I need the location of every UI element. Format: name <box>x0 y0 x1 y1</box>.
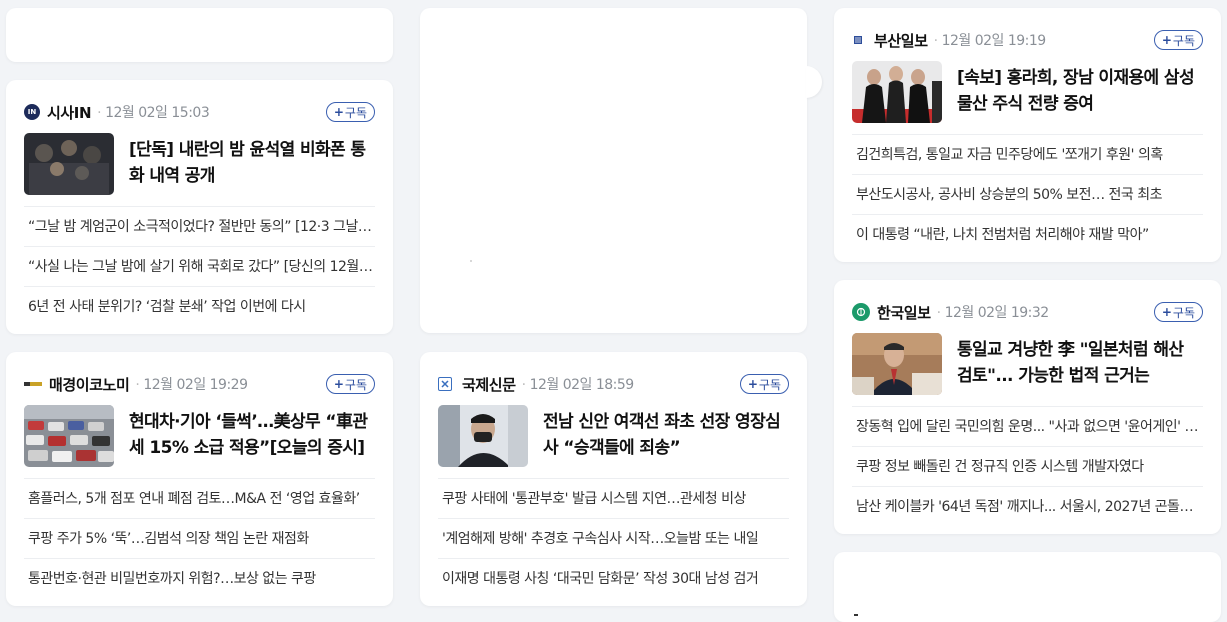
news-list-item[interactable]: 홈플러스, 5개 점포 연내 폐점 검토…M&A 전 ‘영업 효율화’ <box>24 478 375 518</box>
press-header: 국제신문 12월 02일 18:59 +구독 <box>438 372 789 396</box>
main-news[interactable]: [단독] 내란의 밤 윤석열 비화폰 통화 내역 공개 <box>24 133 375 195</box>
main-headline[interactable]: 현대차·기아 ‘들썩’…美상무 “車관세 15% 소급 적용”[오늘의 증시] <box>129 409 375 461</box>
news-list-item[interactable]: “사실 나는 그날 밤에 살기 위해 국회로 갔다” [당신의 12월 3일] <box>24 246 375 286</box>
press-header: IN 시사IN 12월 02일 15:03 +구독 <box>24 100 375 124</box>
press-card-kookje[interactable]: 국제신문 12월 02일 18:59 +구독 전남 신안 여객선 좌초 선장 영… <box>420 352 807 606</box>
blank-ad-card <box>420 8 807 333</box>
busan-ilbo-logo-icon <box>852 33 864 47</box>
mk-economy-logo-icon <box>24 376 42 392</box>
plus-icon: + <box>1161 305 1172 319</box>
subscribe-label: 구독 <box>344 377 367 392</box>
main-headline[interactable]: 통일교 겨냥한 李 "일본처럼 해산 검토"... 가능한 법적 근거는 <box>957 337 1203 389</box>
news-list: 김건희특검, 통일교 자금 민주당에도 '쪼개기 후원' 의혹 부산도시공사, … <box>852 134 1203 254</box>
press-date: 12월 02일 19:32 <box>937 302 1050 322</box>
main-headline[interactable]: [속보] 홍라희, 장남 이재용에 삼성물산 주식 전량 증여 <box>957 65 1203 117</box>
news-list-item[interactable]: 6년 전 사태 분위기? ‘검찰 분쇄’ 작업 이번에 다시 <box>24 286 375 326</box>
main-news[interactable]: 통일교 겨냥한 李 "일본처럼 해산 검토"... 가능한 법적 근거는 <box>852 333 1203 395</box>
news-thumbnail[interactable] <box>852 61 942 123</box>
subscribe-button[interactable]: + 구독 <box>1153 30 1203 50</box>
news-list-item[interactable]: 이재명 대통령 사칭 ‘대국민 담화문’ 작성 30대 남성 검거 <box>438 558 789 598</box>
news-list: “그날 밤 계엄군이 소극적이었다? 절반만 동의” [12·3 그날 밤] “… <box>24 206 375 326</box>
news-list-item[interactable]: 쿠팡 정보 빼돌린 건 정규직 인증 시스템 개발자였다 <box>852 446 1203 486</box>
press-header: 매경이코노미 12월 02일 19:29 +구독 <box>24 372 375 396</box>
press-name[interactable]: 국제신문 <box>462 374 516 395</box>
empty-card-bottom-right <box>834 552 1221 622</box>
news-list-item[interactable]: 김건희특검, 통일교 자금 민주당에도 '쪼개기 후원' 의혹 <box>852 134 1203 174</box>
news-list-item[interactable]: '계엄해제 방해' 추경호 구속심사 시작…오늘밤 또는 내일 <box>438 518 789 558</box>
main-news[interactable]: [속보] 홍라희, 장남 이재용에 삼성물산 주식 전량 증여 <box>852 61 1203 123</box>
plus-icon: + <box>333 377 344 391</box>
press-card-sisain[interactable]: IN 시사IN 12월 02일 15:03 +구독 [단독] 내란의 밤 윤석열… <box>6 80 393 334</box>
hankook-ilbo-logo-icon <box>852 303 870 321</box>
subscribe-label: 구독 <box>1172 33 1195 48</box>
empty-card-top-left <box>6 8 393 62</box>
press-card-busan-ilbo[interactable]: 부산일보 12월 02일 19:19 +구독 [속보] 홍라희, 장남 이재용에… <box>834 8 1221 262</box>
news-list-item[interactable]: 쿠팡 주가 5% ‘뚝’…김범석 의장 책임 논란 재점화 <box>24 518 375 558</box>
plus-icon: + <box>333 105 344 119</box>
news-list: 쿠팡 사태에 '통관부호' 발급 시스템 지연…관세청 비상 '계엄해제 방해'… <box>438 478 789 598</box>
news-list-item[interactable]: “그날 밤 계엄군이 소극적이었다? 절반만 동의” [12·3 그날 밤] <box>24 206 375 246</box>
press-card-mk-economy[interactable]: 매경이코노미 12월 02일 19:29 +구독 현대차·기아 <box>6 352 393 606</box>
news-list: 장동혁 입에 달린 국민의힘 운명... "사과 없으면 '윤어게인' 프레임"… <box>852 406 1203 526</box>
news-list: 홈플러스, 5개 점포 연내 폐점 검토…M&A 전 ‘영업 효율화’ 쿠팡 주… <box>24 478 375 598</box>
placeholder-mark <box>854 614 858 616</box>
main-news[interactable]: 현대차·기아 ‘들썩’…美상무 “車관세 15% 소급 적용”[오늘의 증시] <box>24 405 375 467</box>
news-list-item[interactable]: 쿠팡 사태에 '통관부호' 발급 시스템 지연…관세청 비상 <box>438 478 789 518</box>
placeholder-dot <box>470 260 472 262</box>
press-name[interactable]: 한국일보 <box>877 302 931 323</box>
news-list-item[interactable]: 통관번호·현관 비밀번호까지 위험?…보상 없는 쿠팡 <box>24 558 375 598</box>
news-thumbnail[interactable] <box>24 405 114 467</box>
kookje-logo-icon <box>438 377 452 391</box>
subscribe-label: 구독 <box>758 377 781 392</box>
subscribe-button[interactable]: + 구독 <box>325 374 375 394</box>
main-headline[interactable]: 전남 신안 여객선 좌초 선장 영장심사 “승객들에 죄송” <box>543 409 789 461</box>
press-date: 12월 02일 15:03 <box>97 102 210 122</box>
press-name[interactable]: 매경이코노미 <box>49 374 130 395</box>
news-list-item[interactable]: 장동혁 입에 달린 국민의힘 운명... "사과 없으면 '윤어게인' 프레임" <box>852 406 1203 446</box>
sisain-logo-icon: IN <box>24 104 40 120</box>
news-thumbnail[interactable] <box>852 333 942 395</box>
press-card-hankook-ilbo[interactable]: 한국일보 12월 02일 19:32 +구독 통일교 겨냥한 李 "일본처럼 해… <box>834 280 1221 534</box>
press-name[interactable]: 부산일보 <box>874 30 928 51</box>
subscribe-button[interactable]: + 구독 <box>325 102 375 122</box>
press-header: 부산일보 12월 02일 19:19 +구독 <box>852 28 1203 52</box>
main-news[interactable]: 전남 신안 여객선 좌초 선장 영장심사 “승객들에 죄송” <box>438 405 789 467</box>
subscribe-button[interactable]: + 구독 <box>1153 302 1203 322</box>
press-date: 12월 02일 18:59 <box>522 374 635 394</box>
news-list-item[interactable]: 이 대통령 “내란, 나치 전범처럼 처리해야 재발 막아” <box>852 214 1203 254</box>
news-list-item[interactable]: 부산도시공사, 공사비 상승분의 50% 보전… 전국 최초 <box>852 174 1203 214</box>
news-thumbnail[interactable] <box>24 133 114 195</box>
press-name[interactable]: 시사IN <box>47 102 92 123</box>
plus-icon: + <box>747 377 758 391</box>
main-headline[interactable]: [단독] 내란의 밤 윤석열 비화폰 통화 내역 공개 <box>129 137 375 189</box>
subscribe-label: 구독 <box>344 105 367 120</box>
press-date: 12월 02일 19:29 <box>135 374 248 394</box>
plus-icon: + <box>1161 33 1172 47</box>
news-thumbnail[interactable] <box>438 405 528 467</box>
press-header: 한국일보 12월 02일 19:32 +구독 <box>852 300 1203 324</box>
subscribe-label: 구독 <box>1172 305 1195 320</box>
subscribe-button[interactable]: + 구독 <box>739 374 789 394</box>
news-list-item[interactable]: 남산 케이블카 '64년 독점' 깨지나... 서울시, 2027년 곤돌라 개… <box>852 486 1203 526</box>
press-date: 12월 02일 19:19 <box>934 30 1047 50</box>
card-side-tab[interactable] <box>806 66 822 98</box>
